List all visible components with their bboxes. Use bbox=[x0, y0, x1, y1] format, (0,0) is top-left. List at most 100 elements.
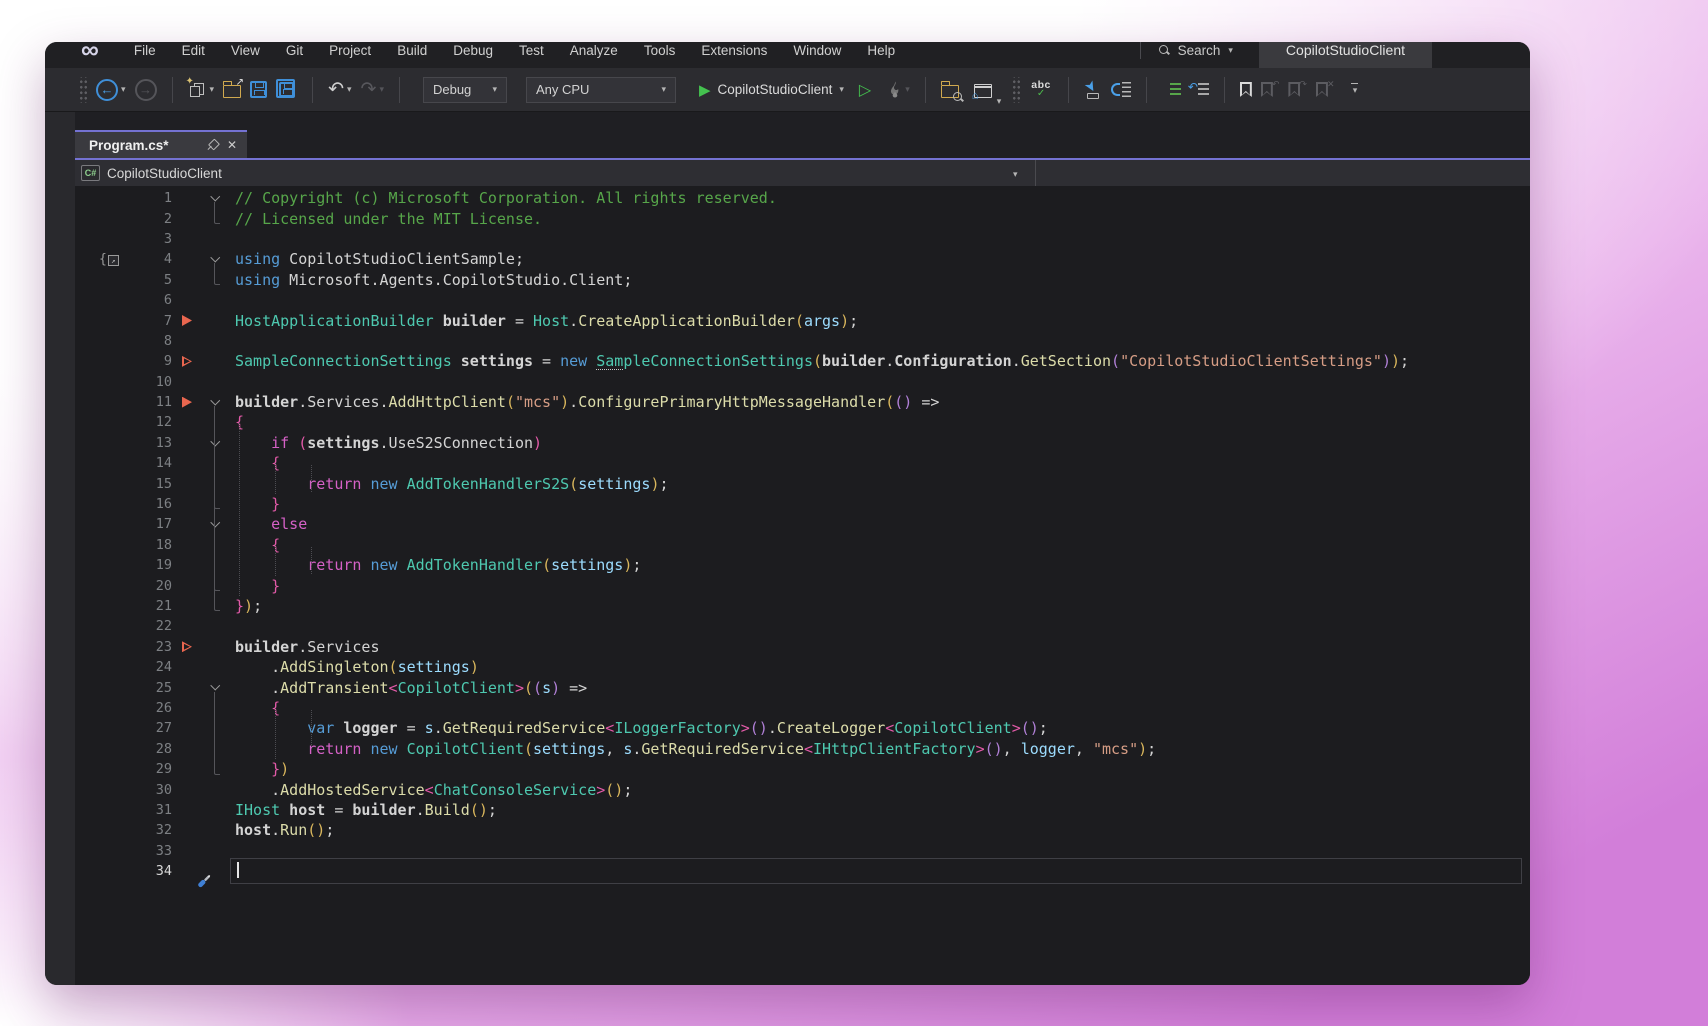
menu-item-test[interactable]: Test bbox=[506, 43, 557, 58]
code-line[interactable]: 10 bbox=[75, 372, 1530, 392]
code-line[interactable]: 12{ bbox=[75, 412, 1530, 432]
menu-item-debug[interactable]: Debug bbox=[440, 43, 506, 58]
find-in-files-button[interactable] bbox=[941, 81, 959, 98]
chevron-down-icon[interactable]: ▾ bbox=[997, 96, 1002, 107]
navigate-back-button[interactable]: ← ▾ bbox=[96, 79, 126, 101]
pin-icon[interactable] bbox=[205, 139, 218, 152]
code-line[interactable]: 28 return new CopilotClient(settings, s.… bbox=[75, 739, 1530, 759]
chevron-down-icon[interactable]: ▾ bbox=[210, 84, 215, 95]
chevron-down-icon[interactable]: ▾ bbox=[1228, 45, 1233, 56]
code-line[interactable]: 25 .AddTransient<CopilotClient>((s) => bbox=[75, 677, 1530, 697]
hot-reload-button[interactable]: ▾ bbox=[880, 81, 910, 98]
indent-lines-button[interactable] bbox=[1162, 82, 1181, 98]
code-line[interactable]: 18 { bbox=[75, 535, 1530, 555]
toolbar-grip-handle[interactable] bbox=[1012, 77, 1020, 103]
code-line[interactable]: 14 { bbox=[75, 453, 1530, 473]
navigate-forward-button[interactable]: → bbox=[135, 79, 157, 101]
tab-program-cs[interactable]: Program.cs* ✕ bbox=[75, 130, 247, 158]
code-line[interactable]: 7HostApplicationBuilder builder = Host.C… bbox=[75, 310, 1530, 330]
code-line[interactable]: 19 return new AddTokenHandler(settings); bbox=[75, 555, 1530, 575]
code-line[interactable]: 20 } bbox=[75, 575, 1530, 595]
open-file-button[interactable]: ↗ bbox=[223, 81, 241, 98]
menu-item-analyze[interactable]: Analyze bbox=[557, 43, 631, 58]
fold-chevron-icon[interactable] bbox=[202, 197, 228, 200]
code-line[interactable]: 5using Microsoft.Agents.CopilotStudio.Cl… bbox=[75, 270, 1530, 290]
redo-button[interactable]: ↷ ▾ bbox=[361, 80, 384, 99]
close-icon[interactable]: ✕ bbox=[227, 138, 237, 152]
chevron-down-icon[interactable]: ▾ bbox=[121, 84, 126, 95]
code-line[interactable]: 32host.Run(); bbox=[75, 820, 1530, 840]
tab-title[interactable]: Program.cs* bbox=[89, 138, 196, 153]
chevron-down-icon[interactable]: ▾ bbox=[347, 84, 352, 95]
code-line[interactable]: 1// Copyright (c) Microsoft Corporation.… bbox=[75, 188, 1530, 208]
chevron-down-icon[interactable]: ▾ bbox=[839, 84, 844, 95]
code-line[interactable]: 29 }) bbox=[75, 759, 1530, 779]
menu-item-tools[interactable]: Tools bbox=[631, 43, 689, 58]
code-line[interactable]: 9SampleConnectionSettings settings = new… bbox=[75, 351, 1530, 371]
code-line[interactable]: 31IHost host = builder.Build(); bbox=[75, 800, 1530, 820]
code-line[interactable]: 21}); bbox=[75, 596, 1530, 616]
clear-bookmarks-button[interactable]: ✕ bbox=[1316, 82, 1335, 97]
code-line[interactable]: 22 bbox=[75, 616, 1530, 636]
toolbar-overflow-button[interactable]: ▾ bbox=[1351, 83, 1358, 97]
start-debugging-button[interactable]: ▶ CopilotStudioClient ▾ bbox=[699, 81, 844, 99]
collapsed-panel-strip[interactable] bbox=[45, 112, 75, 985]
code-line[interactable]: 3 bbox=[75, 229, 1530, 249]
menu-item-edit[interactable]: Edit bbox=[169, 43, 218, 58]
breadcrumb-project[interactable]: CopilotStudioClient bbox=[107, 166, 222, 181]
toggle-bookmark-button[interactable] bbox=[1240, 82, 1252, 97]
menu-item-build[interactable]: Build bbox=[384, 43, 440, 58]
toolbar-grip-handle[interactable] bbox=[79, 77, 87, 103]
menu-item-view[interactable]: View bbox=[218, 43, 273, 58]
fold-chevron-icon[interactable] bbox=[202, 686, 228, 689]
next-bookmark-button[interactable]: ↷ bbox=[1288, 82, 1307, 97]
code-line[interactable]: 24 .AddSingleton(settings) bbox=[75, 657, 1530, 677]
quick-actions-screwdriver-icon[interactable] bbox=[196, 873, 212, 889]
menu-item-file[interactable]: File bbox=[121, 43, 169, 58]
code-line[interactable]: 30 .AddHostedService<ChatConsoleService>… bbox=[75, 779, 1530, 799]
code-line[interactable]: 23builder.Services bbox=[75, 637, 1530, 657]
solution-platform-dropdown[interactable]: Any CPU ▾ bbox=[526, 77, 676, 103]
start-without-debugging-button[interactable]: ▷ bbox=[859, 80, 871, 100]
solution-name-badge[interactable]: CopilotStudioClient bbox=[1259, 42, 1432, 68]
code-line[interactable]: 26 { bbox=[75, 698, 1530, 718]
search-label[interactable]: Search bbox=[1178, 43, 1221, 58]
fold-chevron-icon[interactable] bbox=[202, 401, 228, 404]
code-line[interactable]: 16 } bbox=[75, 494, 1530, 514]
code-editor[interactable]: 1// Copyright (c) Microsoft Corporation.… bbox=[75, 186, 1530, 985]
menu-item-project[interactable]: Project bbox=[316, 43, 384, 58]
menu-item-git[interactable]: Git bbox=[273, 43, 316, 58]
solution-configuration-dropdown[interactable]: Debug ▾ bbox=[423, 77, 507, 103]
code-line[interactable]: {↗4using CopilotStudioClientSample; bbox=[75, 249, 1530, 269]
new-project-button[interactable]: ✦ ▾ bbox=[188, 80, 215, 99]
save-all-button[interactable] bbox=[276, 79, 297, 100]
change-marker-icon[interactable] bbox=[172, 641, 202, 652]
select-element-button[interactable]: ➤ bbox=[1084, 81, 1102, 99]
code-line[interactable]: 2// Licensed under the MIT License. bbox=[75, 208, 1530, 228]
menu-item-help[interactable]: Help bbox=[854, 43, 908, 58]
search-box[interactable]: Search ▾ bbox=[1130, 42, 1233, 59]
change-marker-icon[interactable] bbox=[172, 315, 202, 326]
code-line[interactable]: 6 bbox=[75, 290, 1530, 310]
code-line[interactable]: 27 var logger = s.GetRequiredService<ILo… bbox=[75, 718, 1530, 738]
solution-explorer-button[interactable]: ⌂ bbox=[974, 82, 992, 98]
chevron-down-icon: ▾ bbox=[1353, 85, 1358, 96]
code-line[interactable]: 13 if (settings.UseS2SConnection) bbox=[75, 433, 1530, 453]
previous-bookmark-button[interactable]: ↶ bbox=[1261, 82, 1280, 97]
code-line[interactable]: 15 return new AddTokenHandlerS2S(setting… bbox=[75, 473, 1530, 493]
change-marker-icon[interactable] bbox=[172, 356, 202, 367]
undo-button[interactable]: ↶ ▾ bbox=[328, 80, 351, 99]
menu-item-extensions[interactable]: Extensions bbox=[688, 43, 780, 58]
using-directives-margin-icon[interactable]: {↗ bbox=[75, 252, 127, 267]
code-line[interactable]: 17 else bbox=[75, 514, 1530, 534]
spell-checker-button[interactable]: abc ✓ bbox=[1031, 80, 1051, 100]
fold-chevron-icon[interactable] bbox=[202, 258, 228, 261]
code-line[interactable]: 11builder.Services.AddHttpClient("mcs").… bbox=[75, 392, 1530, 412]
format-document-button[interactable]: ↶ bbox=[1190, 82, 1209, 98]
save-button[interactable] bbox=[250, 81, 267, 98]
chevron-down-icon[interactable]: ▾ bbox=[1013, 169, 1018, 180]
change-marker-icon[interactable] bbox=[172, 397, 202, 408]
menu-item-window[interactable]: Window bbox=[780, 43, 854, 58]
navigate-to-code-button[interactable] bbox=[1111, 81, 1131, 98]
code-line[interactable]: 8 bbox=[75, 331, 1530, 351]
